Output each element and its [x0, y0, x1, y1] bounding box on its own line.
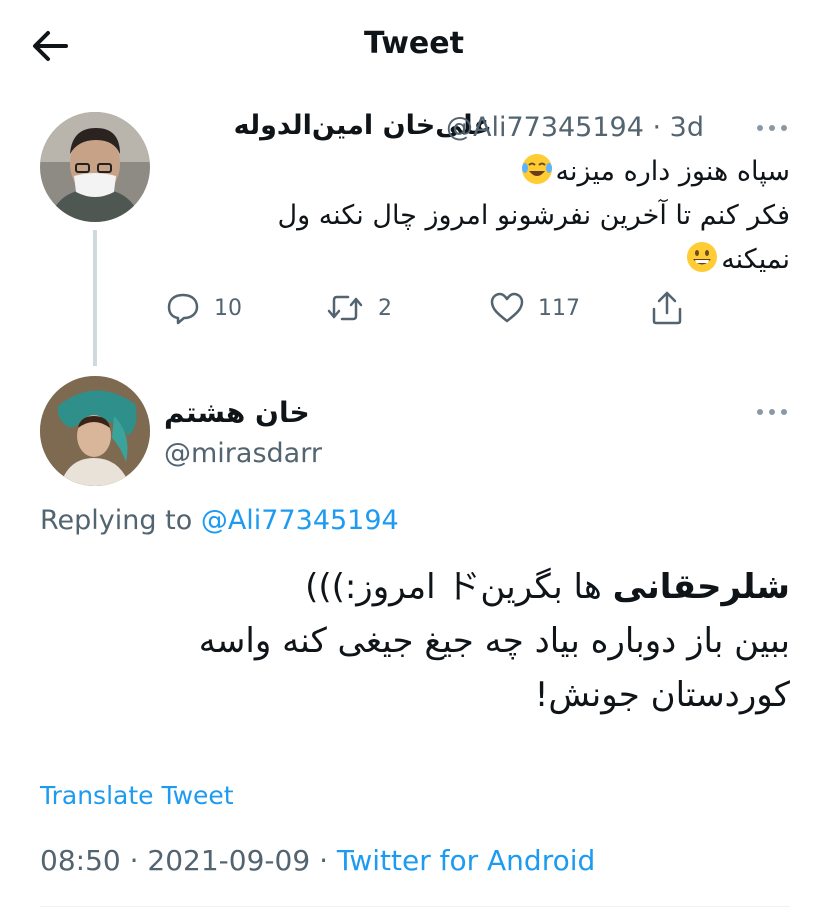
reply-text-line-1-rest: ها بگرینド امروز:))): [305, 567, 613, 607]
reply-action[interactable]: 10: [164, 288, 242, 328]
like-count: 117: [538, 295, 580, 321]
share-action[interactable]: [648, 288, 686, 328]
parent-text-line-2: فکر کنم تا آخرین نفرشونو امروز چال نکنه …: [277, 200, 790, 231]
parent-tweet-text: سپاه هنوز داره میزنه فکر کنم تا آخرین نف…: [164, 150, 790, 282]
meta-separator: ·: [129, 844, 139, 877]
divider: [40, 906, 790, 907]
avatar-parent-author[interactable]: [40, 112, 150, 222]
parent-handle[interactable]: @Ali77345194: [446, 112, 644, 143]
retweet-icon: [327, 295, 363, 321]
parent-meta: @Ali77345194 · 3d: [446, 112, 704, 143]
reply-text-line-2: ببین باز دوباره بیاد چه جیغ جیغی کنه واس…: [198, 621, 790, 661]
face-with-tears-of-joy-emoji: [521, 154, 552, 184]
reply-text-line-3: کوردستان جونش!: [534, 675, 790, 715]
tweet-date[interactable]: 2021-09-09: [147, 844, 310, 877]
reply-text-bold: شلرحقانی: [612, 567, 790, 607]
meta-separator: ·: [319, 844, 328, 877]
more-options-icon[interactable]: [752, 118, 792, 138]
retweet-action[interactable]: 2: [324, 288, 392, 328]
parent-tweet-header: علی‌خان امین‌الدوله @Ali77345194 · 3d: [164, 108, 704, 148]
parent-text-line-1: سپاه هنوز داره میزنه: [164, 150, 790, 194]
avatar-reply-author[interactable]: [40, 376, 150, 486]
parent-text-line-3: نمیکنه: [164, 238, 790, 282]
like-action[interactable]: 117: [488, 288, 580, 328]
tweet-source-link[interactable]: Twitter for Android: [337, 844, 595, 877]
heart-icon: [490, 292, 524, 323]
replying-to-line: Replying to @Ali77345194: [40, 505, 399, 536]
reply-icon: [167, 293, 199, 325]
reply-text-line-1: شلرحقانی ها بگرینド امروز:))): [40, 560, 790, 614]
parent-age[interactable]: 3d: [670, 112, 704, 143]
thread-connector-line: [93, 230, 97, 366]
top-bar: Tweet: [0, 0, 828, 90]
page-title: Tweet: [364, 26, 464, 61]
more-options-icon[interactable]: [752, 402, 792, 422]
replying-to-handle[interactable]: @Ali77345194: [201, 505, 399, 536]
retweet-count: 2: [378, 295, 392, 321]
tweet-timestamp-line: 08:50 · 2021-09-09 · Twitter for Android: [40, 844, 595, 877]
tweet-time[interactable]: 08:50: [40, 844, 121, 877]
reply-handle[interactable]: @mirasdarr: [164, 438, 322, 469]
replying-prefix: Replying to: [40, 505, 193, 536]
reply-count: 10: [214, 295, 242, 321]
meta-separator: ·: [652, 112, 662, 143]
reply-display-name[interactable]: خان هشتم: [164, 396, 310, 429]
share-icon: [652, 291, 682, 325]
translate-tweet-link[interactable]: Translate Tweet: [40, 781, 234, 810]
reply-tweet-text: شلرحقانی ها بگرینド امروز:))) ببین باز دو…: [40, 560, 790, 722]
grinning-face-emoji: [687, 242, 718, 272]
